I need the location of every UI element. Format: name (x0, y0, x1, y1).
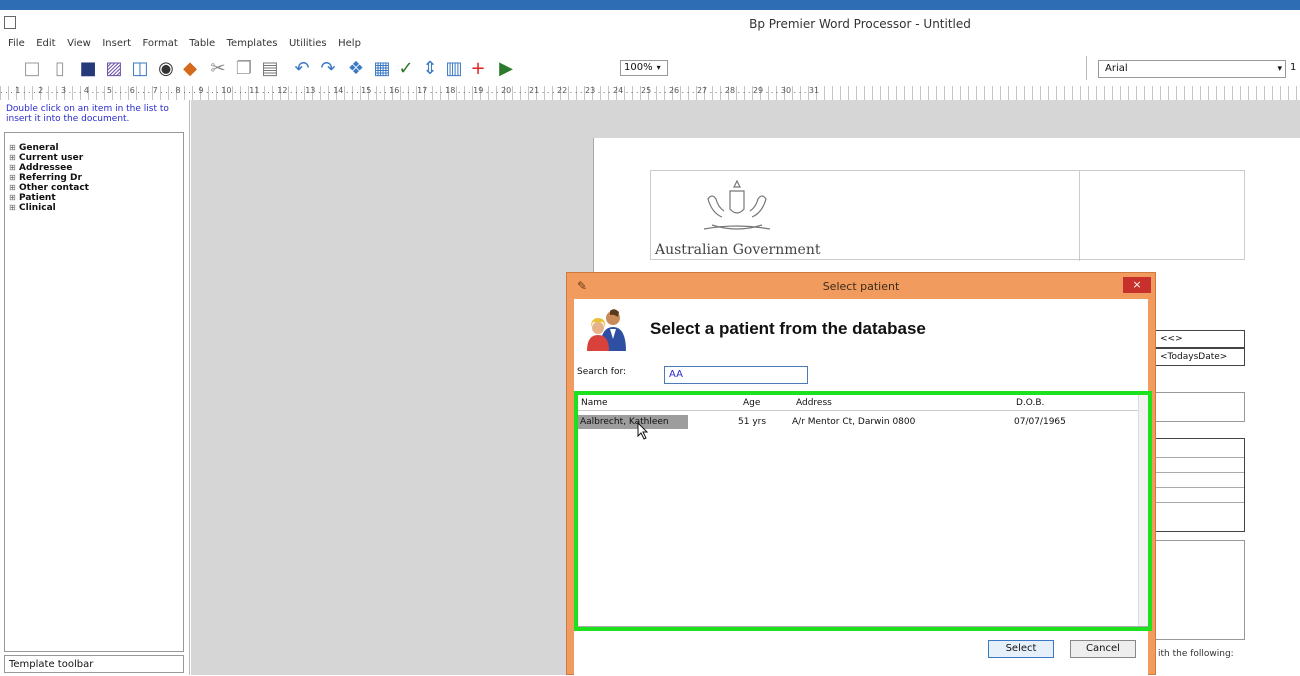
undo-icon[interactable]: ↶ (292, 58, 312, 80)
tree-item-label: General (19, 143, 59, 153)
dialog-heading: Select a patient from the database (650, 319, 926, 338)
tree-item-general[interactable]: ⊞ General (5, 143, 183, 153)
expand-icon[interactable]: ⊞ (9, 153, 16, 163)
insert-plus-icon[interactable]: + (468, 58, 488, 80)
select-button[interactable]: Select (988, 640, 1054, 658)
patients-icon (587, 309, 626, 351)
tree-item-referring-dr[interactable]: ⊞ Referring Dr (5, 173, 183, 183)
tree-item-addressee[interactable]: ⊞ Addressee (5, 163, 183, 173)
toolbar-separator (1086, 56, 1087, 80)
body-field[interactable] (1155, 540, 1245, 640)
tree-item-other-contact[interactable]: ⊞ Other contact (5, 183, 183, 193)
redo-icon[interactable]: ↷ (318, 58, 338, 80)
document-text: ith the following: (1158, 649, 1234, 659)
cut-icon[interactable]: ✂ (208, 58, 228, 80)
zoom-value: 100% (624, 62, 653, 73)
title-bar: Bp Premier Word Processor - Untitled (0, 10, 1300, 34)
close-button[interactable]: × (1123, 277, 1151, 293)
tree-item-label: Current user (19, 153, 84, 163)
dialog-title-bar[interactable]: ✎ Select patient × (567, 273, 1155, 299)
coat-of-arms-icon (703, 179, 771, 230)
menu-file[interactable]: File (8, 38, 25, 49)
font-value: Arial (1105, 63, 1128, 74)
window-title: Bp Premier Word Processor - Untitled (749, 17, 971, 31)
window-top-border (0, 0, 1300, 10)
chevron-down-icon: ▾ (656, 63, 661, 72)
address-field[interactable] (1155, 392, 1245, 422)
tree-item-clinical[interactable]: ⊞ Clinical (5, 203, 183, 213)
panel-hint: Double click on an item in the list to i… (6, 104, 169, 124)
menu-format[interactable]: Format (143, 38, 178, 49)
ruler-marks: . . . 1 . . . 2 . . . 3 . . . 4 . . . 5 … (0, 86, 820, 95)
tree-item-label: Patient (19, 193, 56, 203)
search-label: Search for: (577, 367, 627, 377)
chevron-down-icon: ▾ (1277, 64, 1282, 74)
run-icon[interactable]: ▶ (496, 58, 516, 80)
copy-icon[interactable]: ❐ (234, 58, 254, 80)
cancel-button[interactable]: Cancel (1070, 640, 1136, 658)
details-table[interactable] (1155, 438, 1245, 532)
menu-templates[interactable]: Templates (227, 38, 278, 49)
expand-icon[interactable]: ⊞ (9, 183, 16, 193)
zoom-select[interactable]: 100% ▾ (620, 60, 668, 76)
columns-icon[interactable]: ▥ (444, 58, 464, 80)
spell-check-icon[interactable]: ◆ (180, 58, 200, 80)
font-size-value[interactable]: 1 (1290, 62, 1296, 73)
tree-item-label: Referring Dr (19, 173, 82, 183)
tree-item-label: Clinical (19, 203, 56, 213)
todays-date-field[interactable]: <TodaysDate> (1155, 348, 1245, 366)
tree-item-patient[interactable]: ⊞ Patient (5, 193, 183, 203)
print-icon[interactable]: ▨ (104, 58, 124, 80)
table-icon[interactable]: ▦ (372, 58, 392, 80)
menu-insert[interactable]: Insert (102, 38, 131, 49)
print-preview-icon[interactable]: ◫ (130, 58, 150, 80)
menu-table[interactable]: Table (189, 38, 215, 49)
save-icon[interactable]: ■ (78, 58, 98, 80)
dialog-title: Select patient (822, 280, 900, 293)
template-toolbar-label: Template toolbar (4, 655, 184, 673)
template-field-panel: Double click on an item in the list to i… (0, 100, 190, 675)
open-document-icon[interactable]: ▯ (50, 58, 70, 80)
paste-icon[interactable]: ▤ (260, 58, 280, 80)
find-icon[interactable]: ◉ (156, 58, 176, 80)
list-highlight-outline (574, 391, 1152, 631)
image-icon[interactable]: ❖ (346, 58, 366, 80)
menu-edit[interactable]: Edit (36, 38, 55, 49)
menu-bar: File Edit View Insert Format Table Templ… (0, 36, 1300, 52)
letter-field[interactable]: <<> (1155, 330, 1245, 348)
new-document-icon[interactable]: □ (22, 58, 42, 80)
expand-icon[interactable]: ⊞ (9, 143, 16, 153)
expand-icon[interactable]: ⊞ (9, 163, 16, 173)
menu-utilities[interactable]: Utilities (289, 38, 327, 49)
menu-help[interactable]: Help (338, 38, 361, 49)
font-select[interactable]: Arial ▾ (1098, 60, 1286, 78)
tree-item-label: Addressee (19, 163, 73, 173)
expand-icon[interactable]: ⊞ (9, 173, 16, 183)
tree-item-label: Other contact (19, 183, 89, 193)
menu-view[interactable]: View (67, 38, 91, 49)
tree-item-current-user[interactable]: ⊞ Current user (5, 153, 183, 163)
sort-icon[interactable]: ⇕ (420, 58, 440, 80)
organisation-name: Australian Government (655, 242, 821, 258)
expand-icon[interactable]: ⊞ (9, 193, 16, 203)
mouse-cursor-icon (637, 422, 649, 440)
abc-check-icon[interactable]: ✓ (396, 58, 416, 80)
field-tree: ⊞ General ⊞ Current user ⊞ Addressee ⊞ Refer… (4, 132, 184, 652)
search-input[interactable]: AA (664, 366, 808, 384)
expand-icon[interactable]: ⊞ (9, 203, 16, 213)
